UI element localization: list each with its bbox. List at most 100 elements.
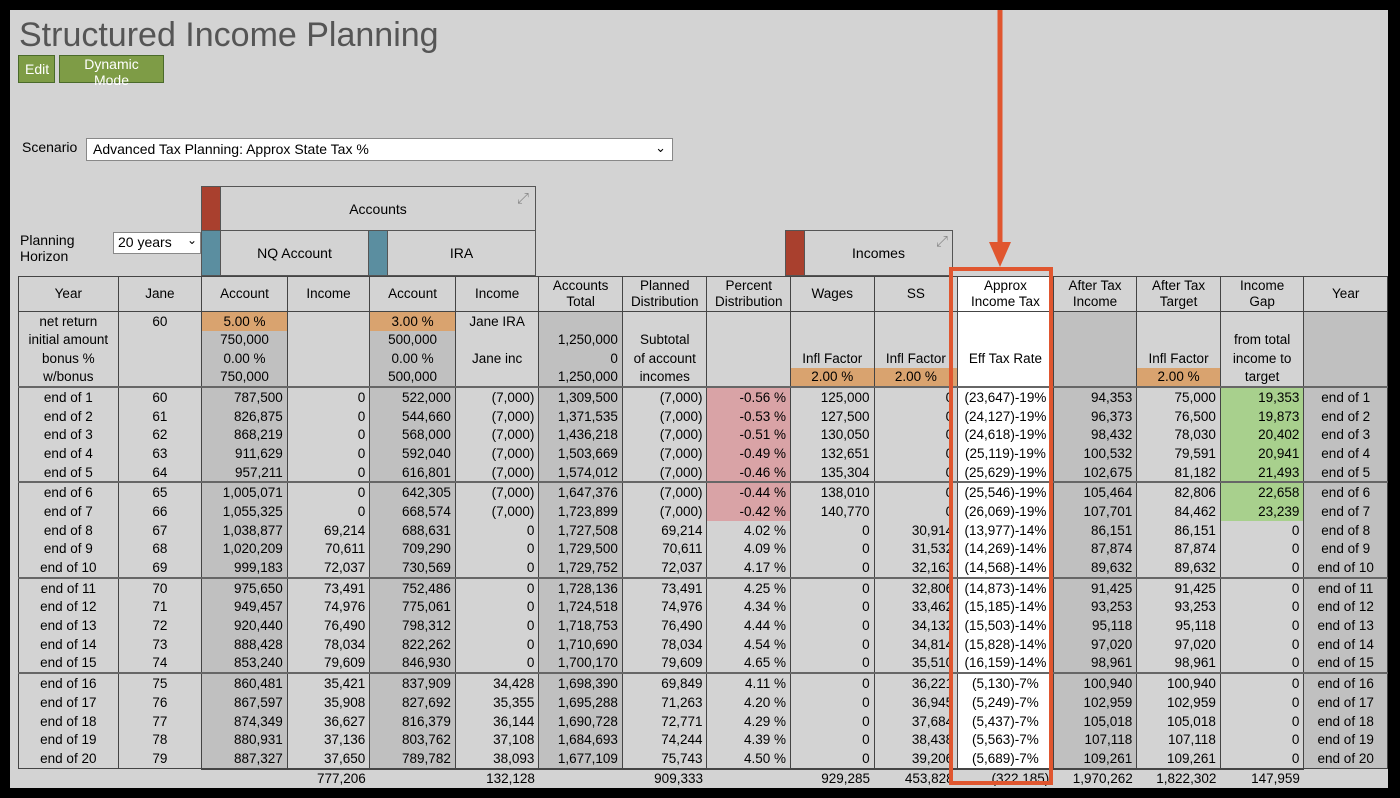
table-row: end of 17 76 867,597 35,908 827,692 35,355 1,6…: [18, 693, 1388, 712]
incomes-color-swatch[interactable]: [785, 230, 805, 276]
table-cell: 0: [1219, 634, 1305, 654]
table-cell: -0.51 %: [706, 425, 792, 445]
column-header: Account: [201, 276, 288, 312]
table-cell: 93,253: [1052, 597, 1138, 617]
table-cell: 730,569: [369, 558, 456, 578]
table-cell: 822,262: [369, 634, 456, 654]
table-cell: 78: [117, 730, 203, 750]
table-cell: end of 5: [18, 462, 119, 483]
edit-button[interactable]: Edit: [18, 55, 55, 83]
table-cell: 1,677,109: [538, 749, 623, 770]
assumption-cell[interactable]: 2.00 %: [873, 367, 959, 387]
table-cell: 0: [790, 520, 875, 540]
table-cell: 1,574,012: [538, 462, 623, 483]
table-cell: 0: [1219, 711, 1305, 731]
column-header: Year: [1303, 276, 1388, 312]
column-header: Wages: [790, 276, 875, 312]
table-cell: 91,425: [1136, 576, 1221, 598]
table-cell: 1,503,669: [538, 444, 623, 463]
assumption-cell[interactable]: 0.00 %: [201, 349, 288, 368]
table-cell: end of 2: [18, 406, 119, 426]
table-cell: 87,874: [1052, 539, 1138, 559]
table-cell: 37,684: [873, 711, 959, 731]
table-cell: 94,353: [1052, 386, 1138, 407]
assumption-cell: [1136, 311, 1221, 331]
table-cell: 0: [790, 693, 875, 712]
table-cell: end of 20: [18, 749, 119, 770]
table-cell: 74: [117, 653, 203, 674]
collapse-icon[interactable]: ⤢: [936, 233, 948, 250]
table-cell: 827,692: [369, 693, 456, 712]
table-row: end of 9 68 1,020,209 70,611 709,290 0 1,729,5…: [18, 539, 1388, 559]
planning-horizon-select[interactable]: 20 years ⌄: [113, 232, 201, 254]
table-cell: end of 17: [1303, 693, 1388, 712]
table-cell: 107,701: [1052, 502, 1138, 521]
table-cell: 642,305: [369, 481, 456, 503]
assumption-cell: 0: [538, 349, 623, 368]
dynamic-mode-button[interactable]: Dynamic Mode: [59, 55, 164, 88]
table-cell: (5,689)-7%: [957, 749, 1054, 770]
table-cell: 75,000: [1136, 386, 1221, 407]
assumption-cell: incomes: [621, 367, 708, 387]
assumption-cell: [538, 311, 623, 331]
assumption-cell[interactable]: 0.00 %: [369, 349, 456, 368]
nq-color-swatch[interactable]: [201, 230, 221, 276]
ira-color-swatch[interactable]: [368, 230, 388, 276]
collapse-icon[interactable]: ⤢: [517, 190, 529, 207]
table-cell: end of 10: [18, 558, 119, 578]
table-cell: 78,034: [621, 634, 708, 654]
table-row: end of 11 70 975,650 73,491 752,486 0 1,728,13…: [18, 576, 1388, 598]
scenario-select[interactable]: Advanced Tax Planning: Approx State Tax …: [86, 138, 673, 161]
table-cell: (7,000): [621, 386, 708, 407]
table-cell: 1,690,728: [538, 711, 623, 731]
table-cell: 4.02 %: [706, 520, 792, 540]
table-cell: 72,771: [621, 711, 708, 731]
table-cell: 0: [454, 597, 540, 617]
table-cell: 66: [117, 502, 203, 521]
assumption-cell: [1219, 311, 1305, 331]
total-cell: 132,128: [455, 767, 539, 788]
assumption-cell: [454, 330, 540, 349]
table-cell: (7,000): [621, 462, 708, 483]
table-cell: 0: [873, 481, 959, 503]
assumption-cell: [790, 330, 875, 349]
table-cell: 35,908: [286, 693, 371, 712]
table-cell: 96,373: [1052, 406, 1138, 426]
table-cell: 73,491: [621, 576, 708, 598]
assumption-cell[interactable]: 3.00 %: [369, 311, 456, 331]
table-cell: 752,486: [369, 576, 456, 598]
table-cell: (15,828)-14%: [957, 634, 1054, 654]
table-cell: 1,371,535: [538, 406, 623, 426]
table-cell: 0: [790, 634, 875, 654]
assumption-row: bonus % 0.00 % 0.00 % Jane inc 0 of account In…: [18, 349, 1388, 368]
table-cell: 0: [1219, 749, 1305, 770]
table-cell: (5,563)-7%: [957, 730, 1054, 750]
assumption-cell[interactable]: 5.00 %: [201, 311, 288, 331]
table-cell: end of 14: [1303, 634, 1388, 654]
table-cell: 775,061: [369, 597, 456, 617]
table-cell: 81,182: [1136, 462, 1221, 483]
assumption-cell: 1,250,000: [538, 330, 623, 349]
table-cell: 74,976: [621, 597, 708, 617]
scenario-label: Scenario: [22, 139, 78, 155]
table-cell: 98,432: [1052, 425, 1138, 445]
assumption-cell[interactable]: 2.00 %: [790, 367, 875, 387]
table-cell: 36,945: [873, 693, 959, 712]
table-cell: 89,632: [1136, 558, 1221, 578]
table-cell: end of 13: [18, 616, 119, 635]
assumption-cell: 750,000: [201, 367, 288, 387]
table-cell: 0: [790, 749, 875, 770]
table-cell: 22,658: [1219, 481, 1305, 503]
table-cell: -0.46 %: [706, 462, 792, 483]
table-cell: -0.42 %: [706, 502, 792, 521]
table-cell: end of 6: [18, 481, 119, 503]
accounts-color-swatch[interactable]: [201, 186, 221, 231]
table-cell: 69,214: [286, 520, 371, 540]
table-cell: (7,000): [621, 481, 708, 503]
table-cell: 880,931: [201, 730, 288, 750]
assumption-cell[interactable]: 2.00 %: [1136, 367, 1221, 387]
table-cell: 33,462: [873, 597, 959, 617]
table-cell: end of 13: [1303, 616, 1388, 635]
total-cell: [538, 767, 623, 788]
table-cell: 77: [117, 711, 203, 731]
